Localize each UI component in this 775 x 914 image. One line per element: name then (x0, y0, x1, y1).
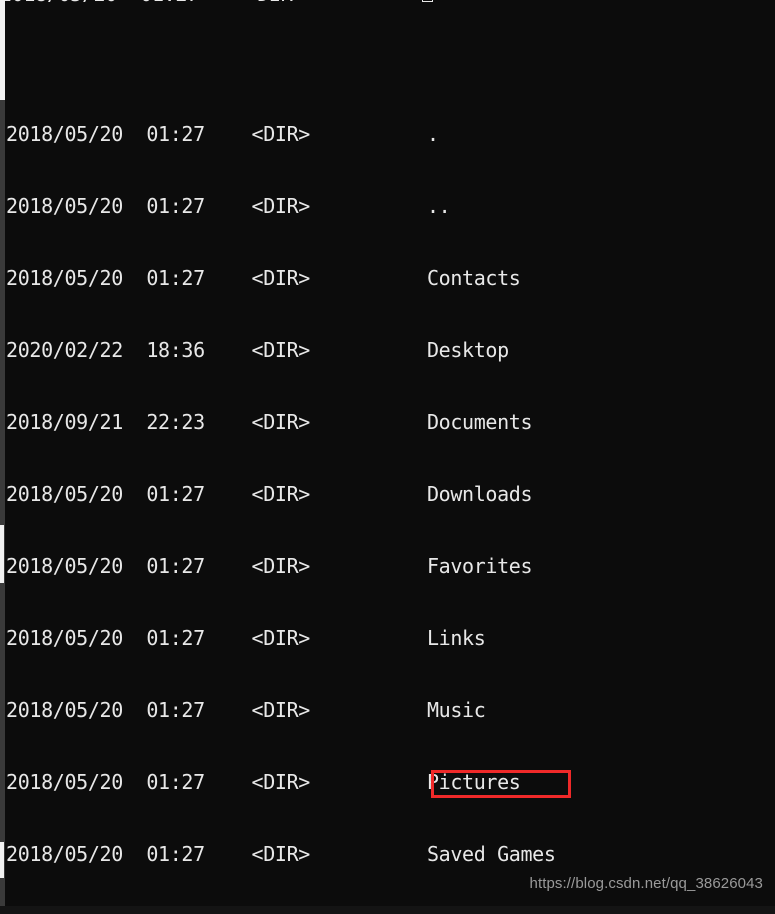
scrollbar-thumb-segment[interactable] (0, 842, 4, 878)
row-date: 2018/05/20 (6, 770, 123, 794)
row-name: Contacts (426, 266, 521, 290)
scrollbar-thumb-segment[interactable] (0, 525, 4, 583)
table-row: 2018/05/20 01:27 <DIR> Music (6, 698, 775, 722)
table-row: 2018/05/20 01:27 <DIR> . (6, 122, 775, 146)
row-time: 01:27 (146, 266, 205, 290)
row-time: 01:27 (146, 698, 205, 722)
row-time: 01:27 (146, 626, 205, 650)
console-output: 2018/05/20 01:27 <DIR> . 2018/05/20 01:2… (6, 26, 775, 914)
row-size: <DIR> (251, 266, 311, 290)
table-row: 2018/05/20 01:27 <DIR> Saved Games (6, 842, 775, 866)
row-date: 2018/05/20 (6, 482, 123, 506)
row-date: 2018/05/20 (6, 122, 123, 146)
scrollbar-thumb-segment[interactable] (0, 0, 5, 100)
row-size: <DIR> (251, 626, 311, 650)
window-left-edge-scrollbar[interactable] (0, 0, 5, 914)
row-time: 01:27 (146, 554, 205, 578)
row-name: .. (426, 194, 451, 218)
row-name: . (426, 122, 439, 146)
row-date: 2018/05/20 (6, 554, 123, 578)
row-size: <DIR> (251, 554, 311, 578)
row-date: 2018/05/20 (6, 626, 123, 650)
row-size: <DIR> (251, 410, 311, 434)
row-date: 2018/09/21 (6, 410, 123, 434)
row-name: Links (426, 626, 486, 650)
row-date: 2018/05/20 (6, 194, 123, 218)
window-bottom-edge (0, 906, 775, 914)
row-name: Downloads (426, 482, 533, 506)
row-size: <DIR> (251, 194, 311, 218)
clipped-top-line: 2018/05/20 01:27 <DIR> (0, 0, 775, 2)
watermark-text: https://blog.csdn.net/qq_38626043 (529, 875, 763, 892)
row-name: Pictures (426, 770, 521, 794)
row-time: 01:27 (146, 482, 205, 506)
row-size: <DIR> (251, 482, 311, 506)
table-row: 2018/05/20 01:27 <DIR> Links (6, 626, 775, 650)
clipped-top-line-text: 2018/05/20 01:27 <DIR> (0, 0, 421, 2)
row-name: Saved Games (426, 842, 556, 866)
row-time: 01:27 (146, 122, 205, 146)
table-row: 2018/09/21 22:23 <DIR> Documents (6, 410, 775, 434)
row-date: 2018/05/20 (6, 266, 123, 290)
table-row: 2020/02/22 18:36 <DIR> Desktop (6, 338, 775, 362)
row-name: Desktop (426, 338, 509, 362)
row-date: 2020/02/22 (6, 338, 123, 362)
row-date: 2018/05/20 (6, 842, 123, 866)
row-size: <DIR> (251, 338, 311, 362)
row-size: <DIR> (251, 770, 311, 794)
row-name: Documents (426, 410, 533, 434)
table-row: 2018/05/20 01:27 <DIR> Favorites (6, 554, 775, 578)
row-name: Music (426, 698, 486, 722)
table-row: 2018/05/20 01:27 <DIR> Contacts (6, 266, 775, 290)
row-size: <DIR> (251, 698, 311, 722)
table-row: 2018/05/20 01:27 <DIR> Pictures (6, 770, 775, 794)
table-row: 2018/05/20 01:27 <DIR> .. (6, 194, 775, 218)
table-row: 2018/05/20 01:27 <DIR> Downloads (6, 482, 775, 506)
row-time: 01:27 (146, 842, 205, 866)
row-time: 22:23 (146, 410, 205, 434)
row-size: <DIR> (251, 122, 311, 146)
row-size: <DIR> (251, 842, 311, 866)
row-date: 2018/05/20 (6, 698, 123, 722)
row-time: 18:36 (146, 338, 205, 362)
tofu-box-icon (421, 0, 433, 2)
row-time: 01:27 (146, 770, 205, 794)
command-prompt-console[interactable]: 2018/05/20 01:27 <DIR> 2018/05/20 01:27 … (0, 0, 775, 914)
row-time: 01:27 (146, 194, 205, 218)
row-name: Favorites (426, 554, 533, 578)
